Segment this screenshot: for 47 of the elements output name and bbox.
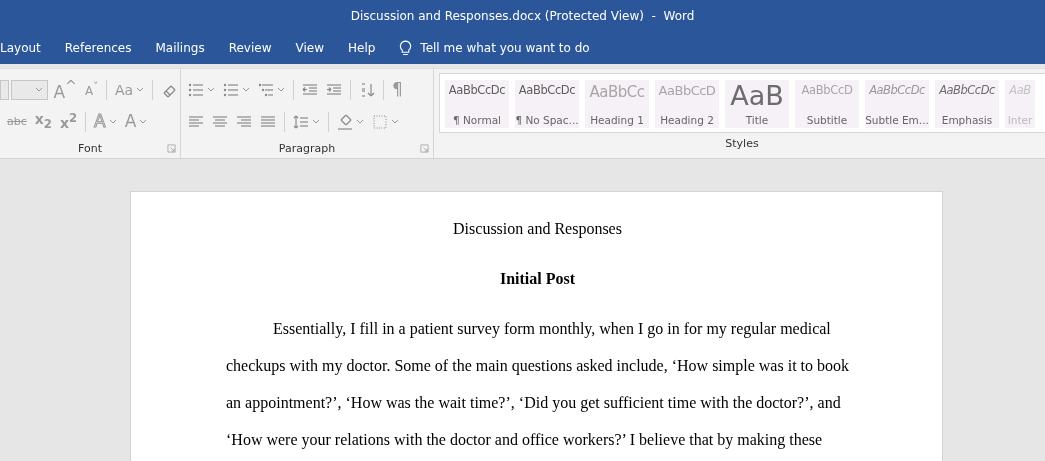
style-sample: AaBbCc xyxy=(589,83,645,103)
group-label: Paragraph xyxy=(278,141,336,155)
style-sample: AaBbCcD xyxy=(801,83,853,98)
style-sample: AaBbCcD xyxy=(658,83,716,100)
sort-icon xyxy=(359,81,375,98)
style-sample: AaBbCcDc xyxy=(869,83,925,98)
style-name: Emphasis xyxy=(941,114,993,126)
document-title: Discussion and Responses xyxy=(452,219,623,240)
style-name: Subtitle xyxy=(806,114,848,126)
ribbon-tab[interactable]: Layout xyxy=(0,37,53,59)
ribbon-tab[interactable]: Review xyxy=(216,37,284,59)
group-label: Styles xyxy=(725,136,759,150)
body-paragraph: Essentially, I fill in a patient survey form monthly, when I go in for my regular medical checkups with my doctor. Some of the main questions asked include, ‘How simple was it to book an appointment?’, ‘How was the wait time?’, ‘Did you get sufficient time with the doctor?’, and ‘How were your relations with the doctor and office workers?’ I believe that by making these xyxy=(226,319,850,451)
style-name: ¶ No Spac... xyxy=(515,114,579,126)
style-name: Heading 1 xyxy=(590,114,644,126)
style-name: Subtle Em... xyxy=(865,114,929,126)
caret-icon xyxy=(35,87,44,92)
style-sample: AaB xyxy=(730,83,784,109)
multilevel-icon xyxy=(258,81,274,98)
tell-me-search[interactable]: Tell me what you want to do xyxy=(399,39,590,57)
style-sample: AaBbCcDc xyxy=(448,83,506,98)
style-name: Inter xyxy=(1007,114,1033,126)
align-left-icon xyxy=(188,113,204,130)
indent-icon xyxy=(326,81,342,98)
align-right-icon xyxy=(236,113,252,130)
shading-icon xyxy=(337,113,353,130)
window-title: Discussion and Responses.docx (Protected View) - Word xyxy=(350,9,695,23)
numbering-icon xyxy=(223,81,239,98)
style-sample: AaBbCcDc xyxy=(518,83,576,98)
style-sample: AaBbCcDc xyxy=(939,83,995,98)
bullets-icon xyxy=(188,81,204,98)
borders-icon xyxy=(372,113,388,130)
justify-icon xyxy=(260,113,276,130)
ribbon-tab[interactable]: References xyxy=(52,37,144,59)
ribbon-tab[interactable]: Mailings xyxy=(143,37,217,59)
lightbulb-icon xyxy=(399,39,413,57)
outdent-icon xyxy=(302,81,318,98)
line-spacing-icon xyxy=(293,113,309,130)
group-label: Font xyxy=(78,141,102,155)
ribbon-tab[interactable]: Help xyxy=(336,37,388,59)
style-name: Heading 2 xyxy=(660,114,714,126)
style-name: Title xyxy=(745,114,769,126)
align-center-icon xyxy=(212,113,228,130)
tell-me-text: Tell me what you want to do xyxy=(420,41,590,55)
style-name: ¶ Normal xyxy=(453,114,501,126)
section-heading: Initial Post xyxy=(498,269,577,289)
ribbon-tab[interactable]: View xyxy=(283,37,336,59)
